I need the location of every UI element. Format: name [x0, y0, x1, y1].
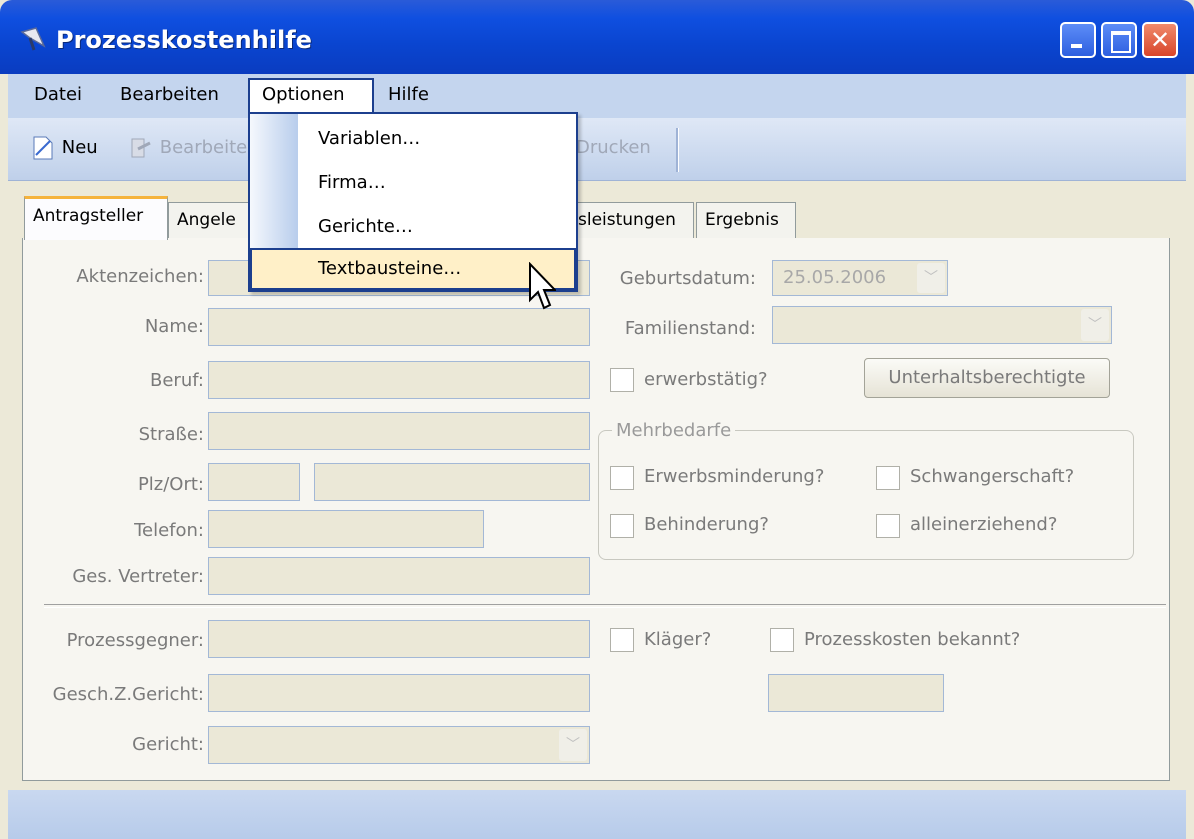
gericht-select[interactable]: ﹀: [208, 726, 590, 764]
edit-label: Bearbeiten: [159, 137, 259, 158]
menuitem-variablen[interactable]: Variablen…: [250, 118, 576, 160]
ort-input[interactable]: [314, 463, 590, 501]
telefon-input[interactable]: [208, 510, 484, 548]
print-label: Drucken: [576, 137, 651, 158]
name-label: Name:: [144, 316, 204, 337]
alleinerziehend-checkbox[interactable]: [876, 514, 900, 538]
geburtsdatum-picker[interactable]: 25.05.2006 ﹀: [772, 260, 948, 296]
toolbar-separator: [676, 128, 679, 172]
behinderung-checkbox[interactable]: [610, 514, 634, 538]
close-button[interactable]: ✕: [1142, 22, 1178, 58]
telefon-label: Telefon:: [134, 520, 204, 541]
aktenzeichen-label: Aktenzeichen:: [76, 266, 204, 287]
klaeger-label: Kläger?: [644, 629, 712, 650]
klaeger-checkbox[interactable]: [610, 628, 634, 652]
prozessgegner-label: Prozessgegner:: [66, 630, 204, 651]
chevron-down-icon[interactable]: ﹀: [1081, 309, 1109, 341]
tab-ergebnis[interactable]: Ergebnis: [696, 202, 796, 238]
window-title: Prozesskostenhilfe: [56, 26, 312, 54]
geschz-label: Gesch.Z.Gericht:: [52, 684, 204, 705]
chevron-down-icon[interactable]: ﹀: [559, 729, 587, 761]
new-label: Neu: [61, 137, 98, 158]
schwangerschaft-label: Schwangerschaft?: [910, 466, 1075, 487]
tab-leistungen[interactable]: sleistungen: [572, 202, 694, 238]
menu-hilfe[interactable]: Hilfe: [376, 78, 441, 112]
geschz-input[interactable]: [208, 674, 590, 712]
beruf-input[interactable]: [208, 361, 590, 399]
unterhaltsberechtigte-button[interactable]: Unterhaltsberechtigte: [864, 358, 1110, 398]
section-divider: [44, 604, 1166, 608]
mouse-cursor-icon: [528, 261, 558, 316]
vertreter-label: Ges. Vertreter:: [72, 566, 204, 587]
behinderung-label: Behinderung?: [644, 514, 769, 535]
prozesskosten-bekannt-label: Prozesskosten bekannt?: [804, 629, 1021, 650]
erwerbstaetig-checkbox[interactable]: [610, 368, 634, 392]
prozesskosten-input[interactable]: [768, 674, 944, 712]
strasse-input[interactable]: [208, 412, 590, 450]
edit-icon: [131, 138, 151, 158]
close-icon: ✕: [1149, 26, 1171, 54]
beruf-label: Beruf:: [150, 370, 204, 391]
menu-bearbeiten[interactable]: Bearbeiten: [108, 78, 231, 112]
maximize-button[interactable]: [1101, 22, 1137, 58]
prozessgegner-input[interactable]: [208, 620, 590, 658]
edit-button[interactable]: Bearbeiten: [128, 132, 259, 164]
minimize-button[interactable]: [1060, 22, 1096, 58]
new-document-icon: [33, 136, 53, 160]
status-bar: [8, 790, 1186, 839]
menuitem-gerichte[interactable]: Gerichte…: [250, 206, 576, 248]
mehrbedarfe-title: Mehrbedarfe: [612, 420, 736, 441]
new-button[interactable]: Neu: [30, 132, 98, 164]
geburtsdatum-label: Geburtsdatum:: [619, 268, 756, 289]
prozesskosten-bekannt-checkbox[interactable]: [770, 628, 794, 652]
menu-optionen[interactable]: Optionen: [248, 78, 374, 114]
strasse-label: Straße:: [138, 424, 204, 445]
mehrbedarfe-group: [598, 430, 1134, 560]
gericht-label: Gericht:: [132, 734, 204, 755]
tab-angele[interactable]: Angele: [168, 202, 258, 238]
erwerbsminderung-checkbox[interactable]: [610, 466, 634, 490]
menu-datei[interactable]: Datei: [22, 78, 94, 112]
familienstand-label: Familienstand:: [624, 318, 756, 339]
plz-input[interactable]: [208, 463, 300, 501]
chevron-down-icon[interactable]: ﹀: [917, 263, 945, 293]
geburtsdatum-value: 25.05.2006: [783, 267, 887, 288]
vertreter-input[interactable]: [208, 557, 590, 595]
alleinerziehend-label: alleinerziehend?: [910, 514, 1058, 535]
erwerbsminderung-label: Erwerbsminderung?: [644, 466, 825, 487]
plzort-label: Plz/Ort:: [137, 474, 204, 495]
tab-antragsteller[interactable]: Antragsteller: [24, 196, 168, 240]
schwangerschaft-checkbox[interactable]: [876, 466, 900, 490]
app-icon: [18, 24, 48, 54]
menuitem-firma[interactable]: Firma…: [250, 162, 576, 204]
erwerbstaetig-label: erwerbstätig?: [644, 369, 768, 390]
familienstand-select[interactable]: ﹀: [772, 306, 1112, 344]
print-button[interactable]: Drucken: [576, 132, 651, 164]
